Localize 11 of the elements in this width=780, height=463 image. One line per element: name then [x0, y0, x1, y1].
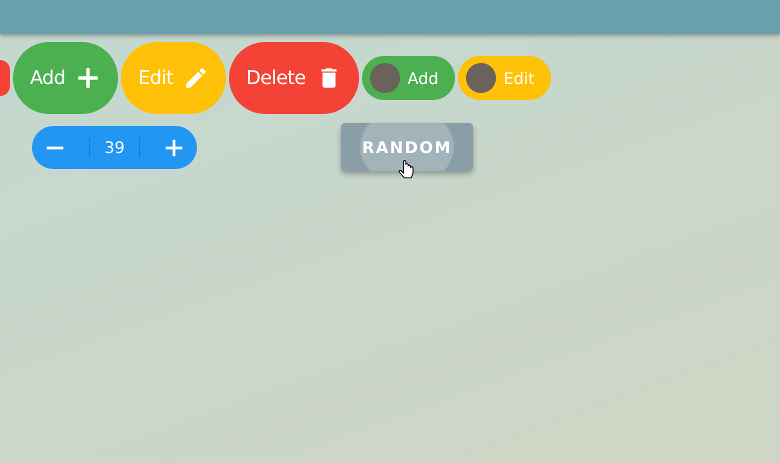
avatar-placeholder	[466, 63, 496, 93]
add-chip[interactable]: Add	[362, 56, 455, 100]
partial-button[interactable]	[0, 60, 10, 96]
random-button[interactable]: RANDOM	[341, 123, 473, 171]
delete-button[interactable]: Delete	[229, 42, 359, 114]
avatar-placeholder	[370, 63, 400, 93]
edit-chip[interactable]: Edit	[458, 56, 550, 100]
stepper-value: 39	[89, 138, 140, 157]
add-button[interactable]: Add	[13, 42, 118, 114]
number-stepper[interactable]: 39	[32, 126, 197, 169]
edit-button[interactable]: Edit	[121, 42, 226, 114]
